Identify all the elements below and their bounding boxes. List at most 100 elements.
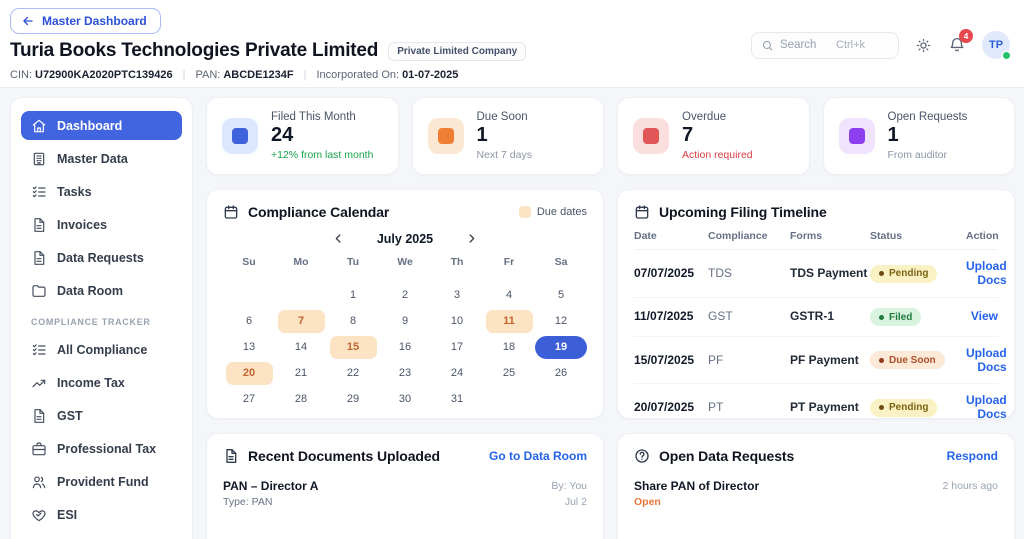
timeline-action-link[interactable]: Upload Docs (966, 346, 1007, 374)
calendar-day-10[interactable]: 10 (434, 310, 481, 333)
sidebar-item-tasks[interactable]: Tasks (21, 177, 182, 206)
sidebar-item-label: Data Requests (57, 250, 144, 265)
sidebar-item-provident-fund[interactable]: Provident Fund (21, 467, 182, 496)
request-status: Open (634, 496, 661, 508)
calendar-day-15[interactable]: 15 (329, 335, 377, 359)
calendar-day-8[interactable]: 8 (330, 310, 377, 333)
search-input[interactable] (780, 39, 830, 51)
previous-month-button[interactable] (330, 230, 347, 247)
search-icon (761, 39, 774, 52)
calendar-cell: 15 (327, 335, 379, 359)
briefcase-icon (31, 441, 47, 457)
calendar-day-4[interactable]: 4 (486, 284, 533, 307)
calendar-day-31[interactable]: 31 (434, 388, 481, 411)
sidebar-item-income-tax[interactable]: Income Tax (21, 368, 182, 397)
stat-label: Filed This Month (271, 111, 356, 123)
stat-value: 7 (682, 124, 694, 146)
sidebar-item-data-requests[interactable]: Data Requests (21, 243, 182, 272)
calendar-cell: 30 (379, 387, 431, 411)
calendar-day-26[interactable]: 26 (538, 362, 585, 385)
sidebar-section-compliance-tracker: COMPLIANCE TRACKER (31, 317, 151, 327)
sidebar-item-master-data[interactable]: Master Data (21, 144, 182, 173)
notification-count-badge: 4 (959, 29, 973, 43)
calendar-day-2[interactable]: 2 (382, 284, 429, 307)
calendar-day-6[interactable]: 6 (226, 310, 273, 333)
theme-toggle-button[interactable] (915, 37, 932, 54)
sidebar-item-data-room[interactable]: Data Room (21, 276, 182, 305)
calendar-cell: 18 (483, 335, 535, 359)
online-status-dot (1002, 51, 1011, 60)
calendar-cell (223, 283, 275, 307)
sidebar-item-dashboard[interactable]: Dashboard (21, 111, 182, 140)
sidebar-item-label: Professional Tax (57, 441, 157, 456)
calendar-day-25[interactable]: 25 (486, 362, 533, 385)
calendar-day-7[interactable]: 7 (277, 309, 325, 333)
calendar-day-20[interactable]: 20 (225, 361, 273, 385)
status-badge: Pending (870, 264, 938, 283)
calendar-day-16[interactable]: 16 (382, 336, 429, 359)
document-list-item[interactable]: PAN – Director A Type: PAN By: You Jul 2 (223, 479, 587, 511)
calendar-day-27[interactable]: 27 (226, 388, 273, 411)
recent-documents-card: Recent Documents Uploaded Go to Data Roo… (206, 433, 604, 539)
calendar-cell: 7 (275, 309, 327, 333)
calendar-day-17[interactable]: 17 (434, 336, 481, 359)
calendar-day-30[interactable]: 30 (382, 388, 429, 411)
calendar-day-23[interactable]: 23 (382, 362, 429, 385)
next-month-button[interactable] (463, 230, 480, 247)
sidebar-item-invoices[interactable]: Invoices (21, 210, 182, 239)
timeline-action-link[interactable]: Upload Docs (966, 259, 1007, 287)
calendar-cell: 12 (535, 309, 587, 333)
timeline-action-link[interactable]: Upload Docs (966, 393, 1007, 418)
respond-link[interactable]: Respond (947, 449, 998, 463)
calendar-day-28[interactable]: 28 (278, 388, 325, 411)
calendar-day-18[interactable]: 18 (486, 336, 533, 359)
sidebar-item-label: Provident Fund (57, 474, 149, 489)
go-to-data-room-link[interactable]: Go to Data Room (489, 449, 587, 463)
calendar-day-5[interactable]: 5 (538, 284, 585, 307)
notifications-button[interactable]: 4 (948, 29, 973, 54)
global-search[interactable]: Ctrl+k (751, 31, 899, 59)
stat-square-icon (633, 118, 669, 154)
calendar-cell: 24 (431, 361, 483, 385)
calendar-cell: 22 (327, 361, 379, 385)
user-avatar[interactable]: TP (982, 31, 1011, 60)
master-dashboard-back-button[interactable]: Master Dashboard (10, 8, 161, 34)
incorporated-label: Incorporated On: (316, 69, 400, 81)
calendar-cell: 14 (275, 335, 327, 359)
timeline-compliance: PF (708, 352, 724, 367)
sidebar-item-professional-tax[interactable]: Professional Tax (21, 434, 182, 463)
heart-shield-icon (31, 507, 47, 523)
file-icon (31, 408, 47, 424)
document-icon (223, 448, 239, 464)
calendar-day-22[interactable]: 22 (330, 362, 377, 385)
timeline-row: 11/07/2025 GST GSTR-1 Filed View (634, 298, 998, 337)
calendar-day-19[interactable]: 19 (535, 335, 587, 359)
stat-square-icon (838, 118, 875, 154)
calendar-days-grid: 1 2 3 4 5 6 7 8 9 10 11 12 13 14 15 16 17 18 19 20 21 22 23 24 2… (223, 283, 587, 411)
calendar-day-11[interactable]: 11 (485, 309, 533, 333)
calendar-cell: 9 (379, 309, 431, 333)
calendar-day-29[interactable]: 29 (330, 388, 377, 411)
sidebar-item-gst[interactable]: GST (21, 401, 182, 430)
calendar-day-3[interactable]: 3 (434, 284, 481, 307)
sidebar-item-esi[interactable]: ESI (21, 500, 182, 529)
timeline-action-link[interactable]: View (966, 309, 998, 323)
calendar-day-9[interactable]: 9 (382, 310, 429, 333)
cin-label: CIN: (10, 69, 32, 81)
calendar-day-14[interactable]: 14 (278, 336, 325, 359)
calendar-icon (634, 204, 650, 220)
calendar-cell: 5 (535, 283, 587, 307)
folder-icon (31, 283, 47, 299)
sidebar-item-all-compliance[interactable]: All Compliance (21, 335, 182, 364)
calendar-day-12[interactable]: 12 (538, 310, 585, 333)
calendar-day-24[interactable]: 24 (434, 362, 481, 385)
data-request-list-item[interactable]: Share PAN of Director Open 2 hours ago (634, 479, 998, 508)
weekday-label: Tu (346, 256, 360, 268)
stat-square-icon (222, 118, 258, 154)
document-uploaded-by: By: You (551, 480, 587, 492)
calendar-day-1[interactable]: 1 (330, 284, 377, 307)
sidebar: Dashboard Master Data Tasks Invoices Data Re… (10, 97, 193, 539)
calendar-day-21[interactable]: 21 (278, 362, 325, 385)
calendar-day-13[interactable]: 13 (226, 336, 273, 359)
calendar-cell: 29 (327, 387, 379, 411)
